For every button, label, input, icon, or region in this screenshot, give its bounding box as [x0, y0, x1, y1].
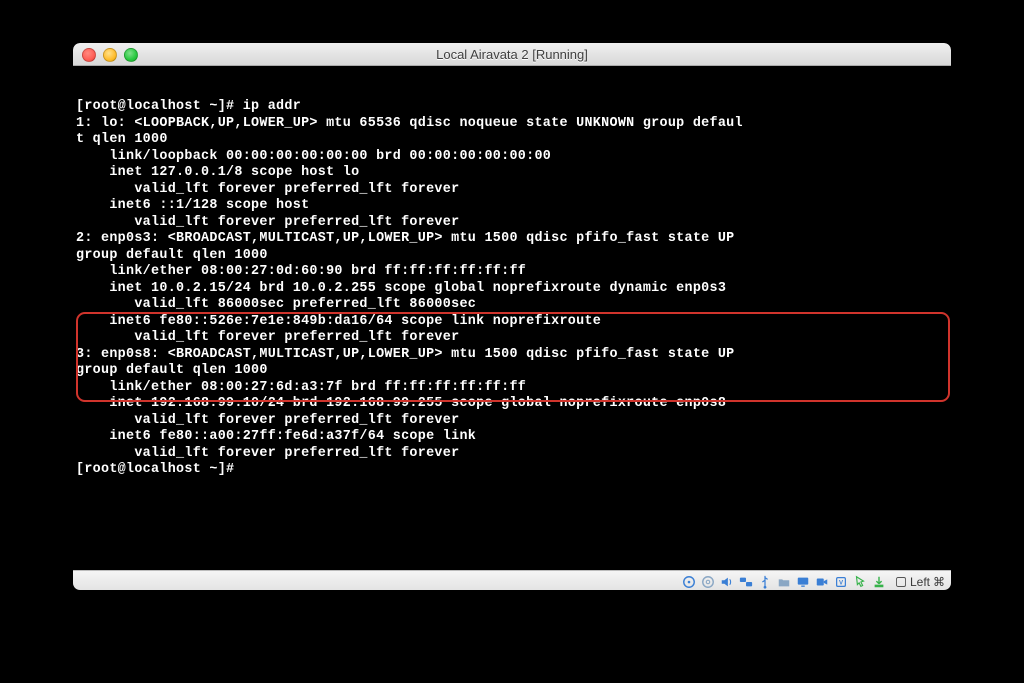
network-icon[interactable]: [738, 574, 754, 590]
terminal-line: inet6 fe80::526e:7e1e:849b:da16/64 scope…: [76, 314, 948, 331]
terminal-line: valid_lft forever preferred_lft forever: [76, 215, 948, 232]
terminal-line: valid_lft 86000sec preferred_lft 86000se…: [76, 297, 948, 314]
terminal-line: link/ether 08:00:27:6d:a3:7f brd ff:ff:f…: [76, 380, 948, 397]
status-icons: V: [681, 574, 887, 590]
host-key-label: Left: [910, 575, 930, 589]
terminal[interactable]: [root@localhost ~]# ip addr1: lo: <LOOPB…: [73, 66, 951, 570]
terminal-line: t qlen 1000: [76, 132, 948, 149]
host-key-icon: [895, 576, 907, 588]
svg-text:V: V: [839, 579, 844, 586]
shared-folder-icon[interactable]: [776, 574, 792, 590]
terminal-line: inet 192.168.99.10/24 brd 192.168.99.255…: [76, 396, 948, 413]
title-bar[interactable]: Local Airavata 2 [Running]: [73, 43, 951, 66]
terminal-line: [root@localhost ~]# ip addr: [76, 99, 948, 116]
terminal-line: inet6 ::1/128 scope host: [76, 198, 948, 215]
host-key-indicator[interactable]: Left ⌘: [895, 575, 945, 589]
disk-icon[interactable]: [681, 574, 697, 590]
terminal-line: group default qlen 1000: [76, 363, 948, 380]
traffic-lights: [82, 48, 138, 62]
vm-window: Local Airavata 2 [Running] [root@localho…: [73, 43, 951, 590]
terminal-line: link/loopback 00:00:00:00:00:00 brd 00:0…: [76, 149, 948, 166]
usb-icon[interactable]: [757, 574, 773, 590]
recording-icon[interactable]: [814, 574, 830, 590]
terminal-line: valid_lft forever preferred_lft forever: [76, 330, 948, 347]
terminal-line: 2: enp0s3: <BROADCAST,MULTICAST,UP,LOWER…: [76, 231, 948, 248]
terminal-line: inet 127.0.0.1/8 scope host lo: [76, 165, 948, 182]
keyboard-capture-icon[interactable]: [871, 574, 887, 590]
audio-icon[interactable]: [719, 574, 735, 590]
optical-icon[interactable]: [700, 574, 716, 590]
display-icon[interactable]: [795, 574, 811, 590]
terminal-line: valid_lft forever preferred_lft forever: [76, 413, 948, 430]
terminal-line: valid_lft forever preferred_lft forever: [76, 182, 948, 199]
terminal-line: group default qlen 1000: [76, 248, 948, 265]
screen: Local Airavata 2 [Running] [root@localho…: [0, 0, 1024, 683]
terminal-line: 3: enp0s8: <BROADCAST,MULTICAST,UP,LOWER…: [76, 347, 948, 364]
minimize-icon[interactable]: [103, 48, 117, 62]
cpu-icon[interactable]: V: [833, 574, 849, 590]
terminal-line: inet6 fe80::a00:27ff:fe6d:a37f/64 scope …: [76, 429, 948, 446]
zoom-icon[interactable]: [124, 48, 138, 62]
terminal-line: valid_lft forever preferred_lft forever: [76, 446, 948, 463]
terminal-line: [root@localhost ~]#: [76, 462, 948, 479]
host-key-symbol: ⌘: [933, 575, 945, 589]
close-icon[interactable]: [82, 48, 96, 62]
status-bar: V Left ⌘: [73, 570, 951, 590]
terminal-output: [root@localhost ~]# ip addr1: lo: <LOOPB…: [76, 99, 948, 479]
terminal-line: link/ether 08:00:27:0d:60:90 brd ff:ff:f…: [76, 264, 948, 281]
terminal-line: inet 10.0.2.15/24 brd 10.0.2.255 scope g…: [76, 281, 948, 298]
terminal-line: 1: lo: <LOOPBACK,UP,LOWER_UP> mtu 65536 …: [76, 116, 948, 133]
window-title: Local Airavata 2 [Running]: [436, 47, 588, 62]
mouse-capture-icon[interactable]: [852, 574, 868, 590]
